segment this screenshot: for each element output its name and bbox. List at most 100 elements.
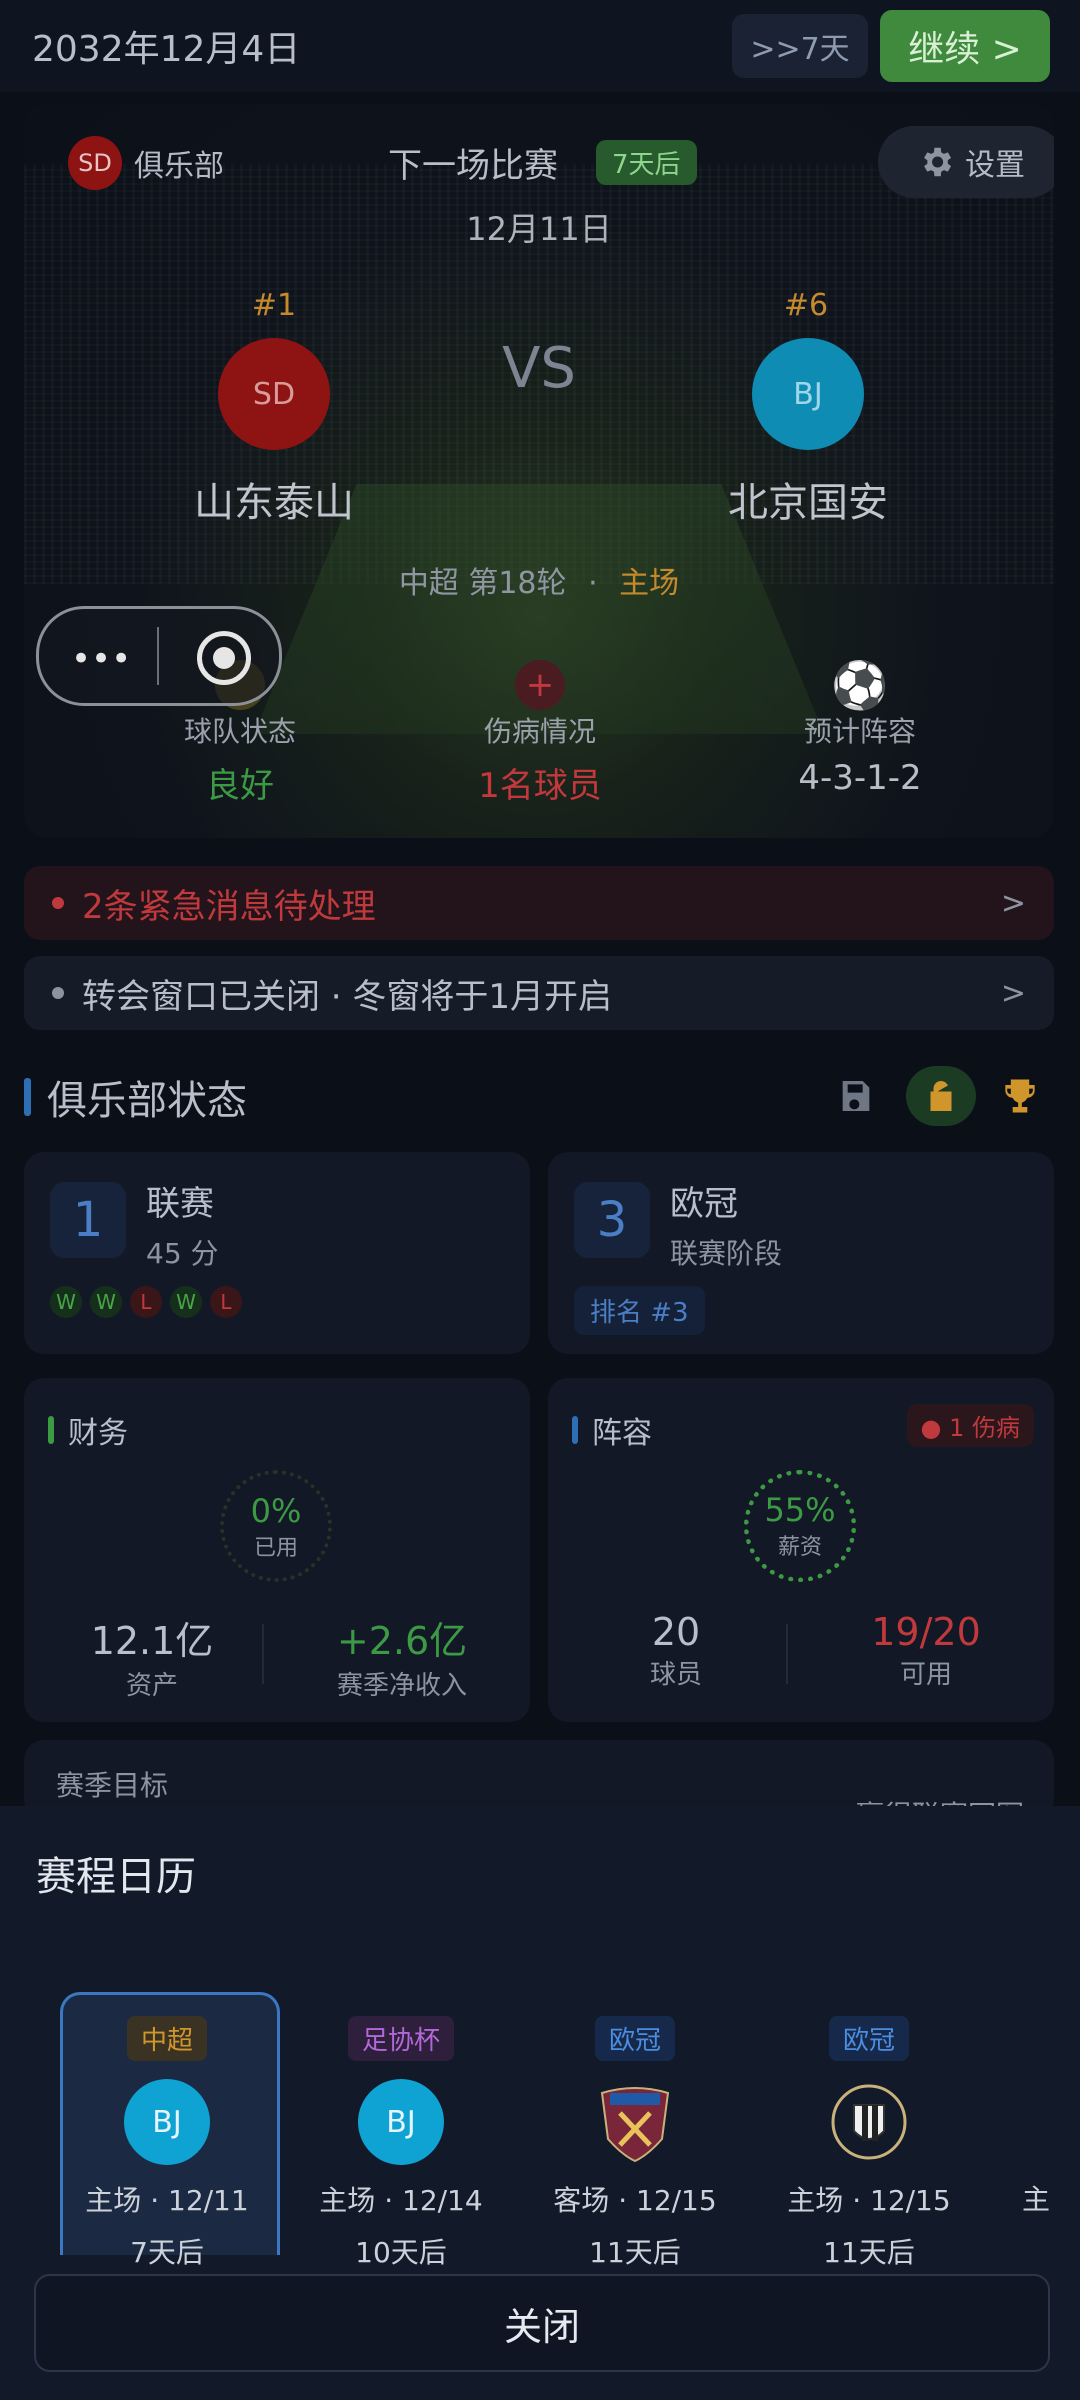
form-result: W <box>170 1286 202 1318</box>
continue-button[interactable]: 继续 > <box>880 10 1050 82</box>
close-target-icon[interactable] <box>197 631 251 685</box>
finance-header: 财务 <box>48 1408 128 1452</box>
gear-icon <box>924 147 952 177</box>
finance-divider <box>262 1624 264 1684</box>
available-value: 19/20 <box>871 1610 981 1654</box>
finance-usage-ring: 0% 已用 <box>220 1470 332 1582</box>
injury-dot-icon: ● <box>920 1414 942 1442</box>
close-button[interactable]: 关闭 <box>34 2274 1050 2372</box>
club-tag[interactable]: SD 俱乐部 <box>68 136 224 190</box>
skip-7-days-button[interactable]: >>7天 <box>732 14 868 78</box>
save-icon[interactable] <box>836 1076 876 1116</box>
form-guide: W W L W L <box>50 1286 242 1318</box>
assets-label: 资产 <box>125 1671 178 1701</box>
league-title: 联赛 <box>146 1184 214 1224</box>
opponent-badge: BJ <box>358 2079 444 2165</box>
urgent-messages-alert[interactable]: 2条紧急消息待处理 > <box>24 866 1054 940</box>
club-status-title: 俱乐部状态 <box>47 1078 247 1124</box>
ucl-rank: 3 <box>574 1182 650 1258</box>
players-stat: 20 球员 <box>548 1610 804 1691</box>
assets-stat: 12.1亿 资产 <box>24 1610 280 1702</box>
club-label: 俱乐部 <box>134 149 224 184</box>
miniprogram-capsule[interactable]: ••• <box>36 606 282 706</box>
league-separator: · <box>588 566 598 601</box>
competition-tag: 足协杯 <box>347 2016 454 2061</box>
finance-card[interactable]: 财务 0% 已用 12.1亿 资产 +2.6亿 赛季净收入 <box>24 1378 530 1722</box>
trophy-icon[interactable] <box>998 1074 1042 1118</box>
wage-usage-ring: 55% 薪资 <box>744 1470 856 1582</box>
formation-value: 4-3-1-2 <box>798 758 922 798</box>
squad-divider <box>786 1624 788 1684</box>
fixture-days: 7天后 <box>130 2236 204 2269</box>
fixture-card[interactable]: 欧冠 客场 · 12/15 11天后 <box>530 2016 740 2271</box>
west-ham-crest-icon <box>592 2079 678 2165</box>
formation-label: 预计阵容 <box>803 715 916 748</box>
fixture-card[interactable]: 足协杯 BJ 主场 · 12/14 10天后 <box>296 2016 506 2271</box>
udinese-crest-icon <box>826 2079 912 2165</box>
team-form-value: 良好 <box>206 766 274 806</box>
ucl-ranking-tag: 排名 #3 <box>574 1286 705 1335</box>
net-income-value: +2.6亿 <box>336 1619 468 1663</box>
capsule-divider <box>157 627 159 685</box>
ucl-card[interactable]: 3 欧冠 联赛阶段 排名 #3 <box>548 1152 1054 1354</box>
ucl-title: 欧冠 <box>670 1184 738 1224</box>
squad-header: 阵容 <box>572 1408 652 1452</box>
league-points: 45 分 <box>146 1237 219 1270</box>
season-goal-label: 赛季目标 <box>56 1769 169 1802</box>
info-dot-icon <box>52 987 64 999</box>
finance-usage-label: 已用 <box>253 1536 298 1561</box>
assets-value: 12.1亿 <box>90 1619 214 1663</box>
formation-stat: ⚽ 预计阵容 4-3-1-2 <box>730 660 990 798</box>
unlock-icon[interactable] <box>906 1066 976 1126</box>
more-dots-icon[interactable]: ••• <box>71 639 141 679</box>
squad-card[interactable]: 阵容 ● 1 伤病 55% 薪资 20 球员 19/20 可用 <box>548 1378 1054 1722</box>
injury-stat: + 伤病情况 1名球员 <box>410 660 670 807</box>
finance-usage-percent: 0% <box>250 1492 302 1530</box>
league-card[interactable]: 1 联赛 45 分 W W L W L <box>24 1152 530 1354</box>
opponent-badge: BJ <box>124 2079 210 2165</box>
injury-label: 伤病情况 <box>483 715 596 748</box>
fixture-info: 主场 · 12/14 <box>319 2184 483 2217</box>
fixture-info: 主场 · 12/11 <box>85 2184 249 2217</box>
available-stat: 19/20 可用 <box>798 1610 1054 1691</box>
chevron-right-icon: > <box>1000 975 1026 1011</box>
fixture-days: 10天后 <box>355 2236 447 2269</box>
injury-value: 1名球员 <box>478 766 602 806</box>
transfer-window-alert[interactable]: 转会窗口已关闭 · 冬窗将于1月开启 > <box>24 956 1054 1030</box>
ucl-stage: 联赛阶段 <box>670 1237 783 1270</box>
injury-badge: ● 1 伤病 <box>906 1404 1034 1447</box>
league-rank: 1 <box>50 1182 126 1258</box>
form-result: L <box>210 1286 242 1318</box>
competition-tag: 欧冠 <box>828 2016 909 2061</box>
home-team-name: 山东泰山 <box>194 480 354 526</box>
wage-usage-percent: 55% <box>764 1491 836 1529</box>
fixture-days: 11天后 <box>589 2236 681 2269</box>
match-date: 12月11日 <box>466 210 612 248</box>
fixture-partial-next[interactable]: 主 <box>1022 2178 1050 2218</box>
club-status-header: 俱乐部状态 <box>24 1068 247 1126</box>
league-round: 中超 第18轮 · 主场 <box>24 558 1054 602</box>
away-team-badge: BJ <box>752 338 864 450</box>
form-result: L <box>130 1286 162 1318</box>
available-label: 可用 <box>899 1660 952 1690</box>
fixture-card[interactable]: 欧冠 主场 · 12/15 11天后 <box>764 2016 974 2271</box>
fixture-days: 11天后 <box>823 2236 915 2269</box>
net-income-label: 赛季净收入 <box>336 1671 467 1701</box>
settings-button[interactable]: 设置 <box>878 126 1054 198</box>
club-badge: SD <box>68 136 122 190</box>
form-result: W <box>90 1286 122 1318</box>
players-value: 20 <box>651 1610 701 1654</box>
transfer-window-text: 转会窗口已关闭 · 冬窗将于1月开启 <box>82 976 613 1017</box>
wage-usage-label: 薪资 <box>777 1535 822 1560</box>
squad-accent-bar <box>572 1416 578 1444</box>
away-team-rank: #6 <box>783 288 829 323</box>
fixture-card[interactable]: 中超 BJ 主场 · 12/11 7天后 <box>62 2016 272 2271</box>
urgent-messages-text: 2条紧急消息待处理 <box>82 886 376 927</box>
league-round-label: 中超 第18轮 <box>398 566 567 601</box>
net-income-stat: +2.6亿 赛季净收入 <box>274 1610 530 1702</box>
venue-label: 主场 <box>619 566 680 601</box>
schedule-title: 赛程日历 <box>36 1854 196 1900</box>
next-match-card: SD 俱乐部 下一场比赛 7天后 设置 12月11日 #1 SD 山东泰山 VS… <box>24 104 1054 838</box>
players-label: 球员 <box>649 1660 702 1690</box>
squad-title: 阵容 <box>592 1416 652 1451</box>
